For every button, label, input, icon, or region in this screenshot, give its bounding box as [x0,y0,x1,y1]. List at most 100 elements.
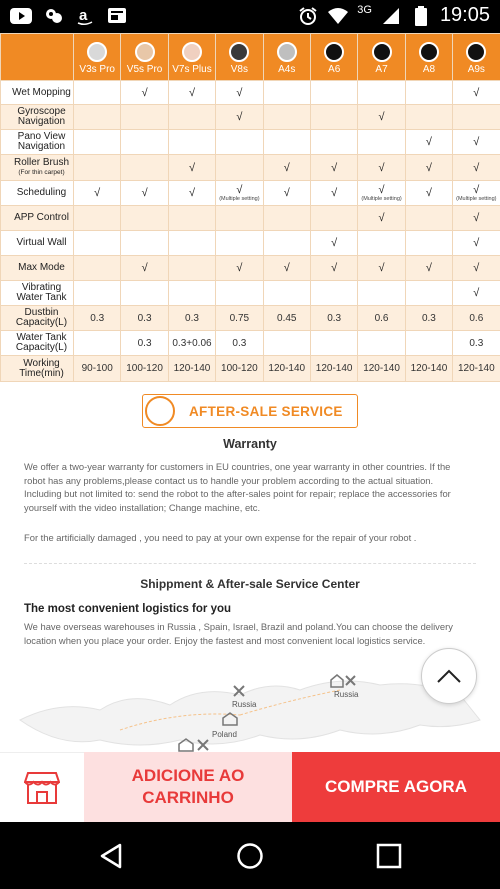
table-cell: 120-140 [309,355,359,382]
signal-icon [380,6,402,26]
cell-subnote: (Multiple setting) [219,196,260,202]
table-cell [215,154,264,181]
table-cell: √ [452,255,500,281]
table-cell: 90-100 [72,355,122,382]
map-label-poland: Poland [212,730,237,739]
tools-icon [232,684,246,703]
scroll-to-top-button[interactable] [421,648,477,704]
model-header: V5s Pro [120,33,169,81]
model-header: A7 [357,33,406,81]
table-cell: √ [309,230,359,256]
navigation-bar [0,822,500,889]
back-icon[interactable] [98,842,126,870]
add-to-cart-button[interactable]: ADICIONE AO CARRINHO [84,752,292,822]
home-icon[interactable] [236,842,264,870]
buy-now-label: COMPRE AGORA [325,777,467,796]
damage-text: For the artificially damaged , you need … [24,532,417,543]
table-cell: 0.6 [452,305,500,331]
model-name: A6 [328,63,341,75]
table-cell [404,230,454,256]
table-cell [167,230,217,256]
table-row: Virtual Wall √ √ [0,230,500,256]
warehouse-icon [222,712,238,731]
feature-label: Scheduling [0,180,74,206]
table-cell: √ [120,80,169,105]
table-cell [72,205,122,231]
table-cell [357,330,406,356]
table-cell: 0.3 [452,330,500,356]
robot-thumbnail-icon [418,41,439,62]
table-row: Working Time(min) 90-100 100-120 120-140 100… [0,355,500,382]
table-cell: √ [452,154,500,181]
table-cell [167,129,217,155]
amazon-icon: a [74,6,96,26]
after-sale-label: AFTER-SALE SERVICE [189,403,343,419]
model-name: A9s [467,63,485,75]
table-cell: 120-140 [404,355,454,382]
model-header-row: V3s Pro V5s Pro V7s Plus V8s A4s A6 A7 A8 A9s [0,33,500,81]
table-cell: √ [120,180,169,206]
model-header: A8 [404,33,454,81]
table-cell [404,330,454,356]
feature-label: Working Time(min) [0,355,74,382]
table-cell [262,280,311,306]
youtube-icon [10,6,32,26]
table-cell [72,230,122,256]
table-cell: 0.6 [357,305,406,331]
news-icon [106,6,128,26]
model-name: A8 [422,63,436,75]
table-cell: √ [404,154,454,181]
table-row: Pano View Navigation √ √ [0,129,500,155]
table-row: Dustbin Capacity(L) 0.3 0.3 0.3 0.75 0.45 0.3 0… [0,305,500,331]
table-cell [120,280,169,306]
model-name: V8s [230,63,248,75]
table-cell: √ [167,180,217,206]
store-icon [24,771,60,804]
table-cell [262,205,311,231]
cell-subnote: (Multiple setting) [361,196,402,202]
table-cell: √ [357,154,406,181]
buy-now-button[interactable]: COMPRE AGORA [292,752,500,822]
table-cell: 0.3+0.06 [167,330,217,356]
table-row: APP Control √ √ [0,205,500,231]
banner-circle-icon [145,396,175,426]
table-cell: √ [72,180,122,206]
table-corner [0,33,74,81]
table-cell: √ [357,205,406,231]
table-cell: 0.3 [120,305,169,331]
model-name: A4s [278,63,296,75]
network-type: 3G [357,3,372,16]
table-cell: √ (Multiple setting) [215,180,264,206]
chevron-up-icon [437,669,461,683]
table-row: Wet Mopping √ √ √ √ [0,80,500,105]
robot-thumbnail-icon [134,41,155,62]
table-cell [167,104,217,130]
table-row: Water Tank Capacity(L) 0.3 0.3+0.06 0.3 0.3 [0,330,500,356]
feature-label: Dustbin Capacity(L) [0,305,74,331]
model-name: V3s Pro [79,63,115,75]
table-cell: 0.75 [215,305,264,331]
table-cell [309,330,359,356]
table-cell [120,230,169,256]
table-cell: 0.45 [262,305,311,331]
table-cell [120,129,169,155]
recents-icon[interactable] [375,842,403,870]
table-cell [215,205,264,231]
model-header: V3s Pro [72,33,122,81]
table-cell [120,104,169,130]
table-cell [262,230,311,256]
table-cell: √ [309,255,359,281]
feature-label: Vibrating Water Tank [0,280,74,306]
table-cell: 120-140 [262,355,311,382]
store-button[interactable] [0,752,84,822]
table-row: Vibrating Water Tank √ [0,280,500,306]
table-cell: √ [167,154,217,181]
warranty-title: Warranty [223,437,277,451]
table-cell: 120-140 [452,355,500,382]
table-cell: √ [452,129,500,155]
table-cell: √ [404,255,454,281]
table-cell [72,280,122,306]
table-cell: √ [309,154,359,181]
model-header: V8s [215,33,264,81]
table-cell [262,129,311,155]
